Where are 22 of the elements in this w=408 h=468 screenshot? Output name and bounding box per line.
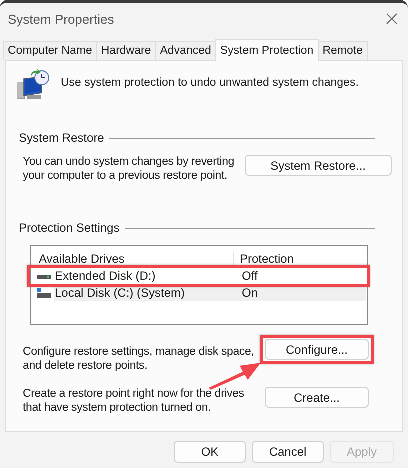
group-heading: System Restore bbox=[19, 131, 104, 145]
tab[interactable]: Computer Name bbox=[3, 41, 98, 60]
protection-status: Off bbox=[241, 268, 258, 282]
description-text: Configure restore settings, manage disk space, and delete restore points. bbox=[23, 345, 256, 373]
protection-status: On bbox=[241, 286, 258, 300]
description-text: Use system protection to undo unwanted system changes. bbox=[61, 76, 359, 91]
tab[interactable]: Remote bbox=[318, 41, 368, 60]
dialog-button[interactable]: Cancel bbox=[252, 441, 324, 463]
dialog-button[interactable]: OK bbox=[174, 441, 246, 463]
configure-button[interactable]: Configure... bbox=[265, 339, 369, 360]
window-title: System Properties bbox=[8, 12, 114, 26]
create-button[interactable]: Create... bbox=[265, 387, 369, 408]
drive-name: Extended Disk (D:) bbox=[54, 268, 157, 282]
group-heading: Protection Settings bbox=[19, 221, 120, 235]
drive-row[interactable]: Extended Disk (D:) Off bbox=[54, 267, 366, 284]
column-header[interactable]: Protection bbox=[234, 252, 294, 266]
column-header[interactable]: Available Drives bbox=[31, 252, 234, 266]
system-restore-button[interactable]: System Restore... bbox=[244, 155, 392, 176]
description-text: Create a restore point right now for the drives that have system protection turned on. bbox=[23, 387, 246, 415]
description-text: You can undo system changes by reverting your computer to a previous restore point. bbox=[23, 155, 236, 183]
drive-name: Local Disk (C:) (System) bbox=[54, 286, 186, 300]
tab[interactable]: System Protection bbox=[215, 39, 319, 61]
